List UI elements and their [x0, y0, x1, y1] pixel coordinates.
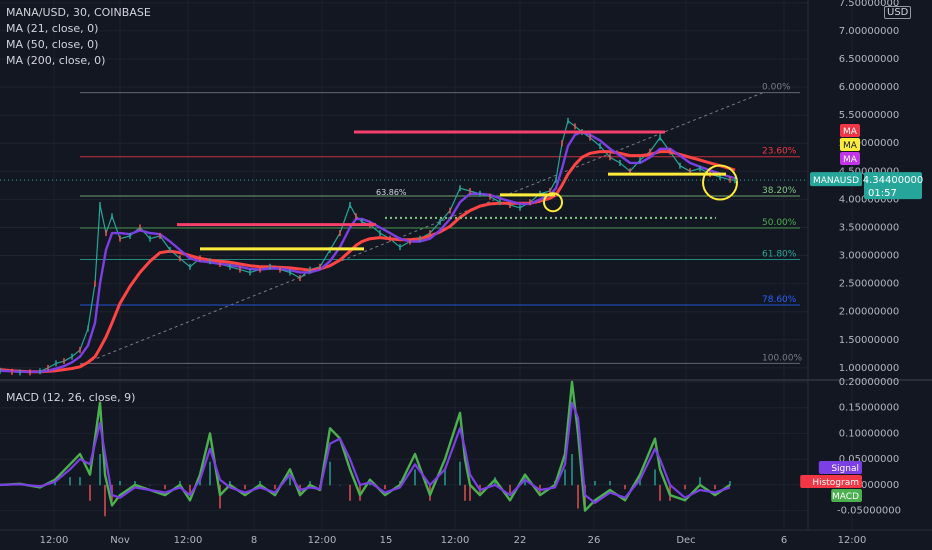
macd-histogram-bar	[119, 481, 121, 486]
price-axis-tick-label: 7.00000000	[839, 26, 899, 37]
macd-histogram-bar	[189, 484, 191, 494]
time-axis-tick-label: 12:00	[174, 535, 203, 546]
macd-histogram-bar	[564, 469, 566, 486]
currency-button[interactable]: USD	[884, 6, 912, 19]
fib-level-label: 38.20%	[762, 186, 797, 196]
last-price-label: 4.34400000	[863, 175, 923, 186]
fib-level-label: 50.00%	[762, 218, 797, 228]
chart-canvas[interactable]: 0.00% 23.60% 38.20% 50.00% 61.80% 78.60% 100.0…	[0, 0, 932, 550]
price-axis-tick-label: 3.50000000	[839, 222, 899, 233]
ma-axis-badge-label: MA	[843, 155, 858, 165]
time-axis-tick-label: 26	[588, 535, 601, 546]
macd-histogram-bar	[571, 454, 573, 486]
macd-histogram-bar	[459, 461, 461, 486]
price-axis-tick-label: 1.00000000	[839, 363, 899, 374]
ma21-legend: MA (21, close, 0)	[6, 22, 99, 35]
time-axis-tick-label: 12:00	[441, 535, 470, 546]
macd-histogram-bar	[89, 484, 91, 501]
time-axis-tick-label: 8	[251, 535, 257, 546]
macd-histogram-bar	[594, 481, 596, 486]
macd-histogram-bar	[289, 477, 291, 486]
macd-axis-badge-label: Signal	[831, 464, 859, 474]
macd-histogram-bar	[444, 469, 446, 486]
price-axis-tick-label: 6.00000000	[839, 82, 899, 93]
macd-histogram-bar	[244, 484, 246, 490]
ma-axis-badge-label: MA	[843, 141, 858, 151]
macd-histogram-bar	[609, 481, 611, 486]
macd-histogram-bar	[624, 484, 626, 490]
price-axis-tick-label: 2.00000000	[839, 307, 899, 318]
countdown-label: 01:57	[868, 188, 897, 199]
price-axis-tick-label: 1.50000000	[839, 335, 899, 346]
time-axis-tick-label: 6	[781, 535, 787, 546]
ma200-legend: MA (200, close, 0)	[6, 54, 106, 67]
macd-axis-tick-label: 0.10000000	[839, 428, 899, 439]
macd-histogram-bar	[684, 484, 686, 490]
time-axis-tick-label: Dec	[676, 535, 695, 546]
macd-histogram-bar	[69, 477, 71, 486]
macd-legend: MACD (12, 26, close, 9)	[6, 391, 136, 404]
time-axis-tick-label: 15	[380, 535, 393, 546]
macd-histogram-bar	[714, 484, 716, 490]
macd-histogram-bar	[164, 484, 166, 490]
time-axis-tick-label: 12:00	[308, 535, 337, 546]
macd-axis-badge-label: MACD	[832, 492, 859, 502]
macd-histogram-bar	[149, 484, 151, 486]
time-axis-tick-label: 12:00	[40, 535, 69, 546]
macd-histogram-bar	[509, 484, 511, 494]
macd-histogram-bar	[104, 484, 106, 517]
macd-histogram-bar	[339, 484, 341, 486]
chart-title: MANA/USD, 30, COINBASE	[6, 6, 151, 19]
macd-axis-badge-label: Histogram	[812, 478, 859, 488]
macd-histogram-bar	[464, 484, 466, 501]
fib-level-label: 100.00%	[762, 353, 802, 363]
price-axis-tick-label: 6.50000000	[839, 54, 899, 65]
macd-histogram-bar	[654, 469, 656, 486]
price-axis-tick-label: 2.50000000	[839, 279, 899, 290]
macd-histogram-bar	[577, 484, 579, 509]
macd-histogram-bar	[414, 469, 416, 486]
macd-axis-tick-label: 0.15000000	[839, 403, 899, 414]
macd-histogram-bar	[79, 477, 81, 486]
symbol-badge-label: MANAUSD	[813, 176, 859, 186]
price-axis-tick-label: 3.00000000	[839, 251, 899, 262]
macd-histogram-bar	[384, 484, 386, 490]
ma-axis-badge-label: MA	[843, 127, 858, 137]
macd-axis-tick-label: -0.05000000	[837, 506, 901, 517]
fib-level-label: 23.60%	[762, 147, 797, 157]
price-axis-tick-label: 5.50000000	[839, 110, 899, 121]
macd-histogram-bar	[349, 484, 351, 501]
fib-level-label: 0.00%	[762, 83, 791, 93]
fib-level-label: 61.80%	[762, 249, 797, 259]
time-axis-tick-label: 22	[514, 535, 527, 546]
macd-histogram-bar	[274, 484, 276, 490]
macd-histogram-bar	[99, 454, 101, 486]
macd-histogram-bar	[659, 484, 661, 501]
macd-histogram-bar	[209, 461, 211, 486]
macd-axis-tick-label: 0.20000000	[839, 377, 899, 388]
time-axis-tick-label: Nov	[110, 535, 130, 546]
time-axis-tick-label: 12:00	[838, 535, 867, 546]
small-annotation-label: 63.86%	[376, 188, 407, 197]
fib-level-label: 78.60%	[762, 295, 797, 305]
macd-histogram-bar	[329, 461, 331, 486]
ma50-legend: MA (50, close, 0)	[6, 38, 99, 51]
